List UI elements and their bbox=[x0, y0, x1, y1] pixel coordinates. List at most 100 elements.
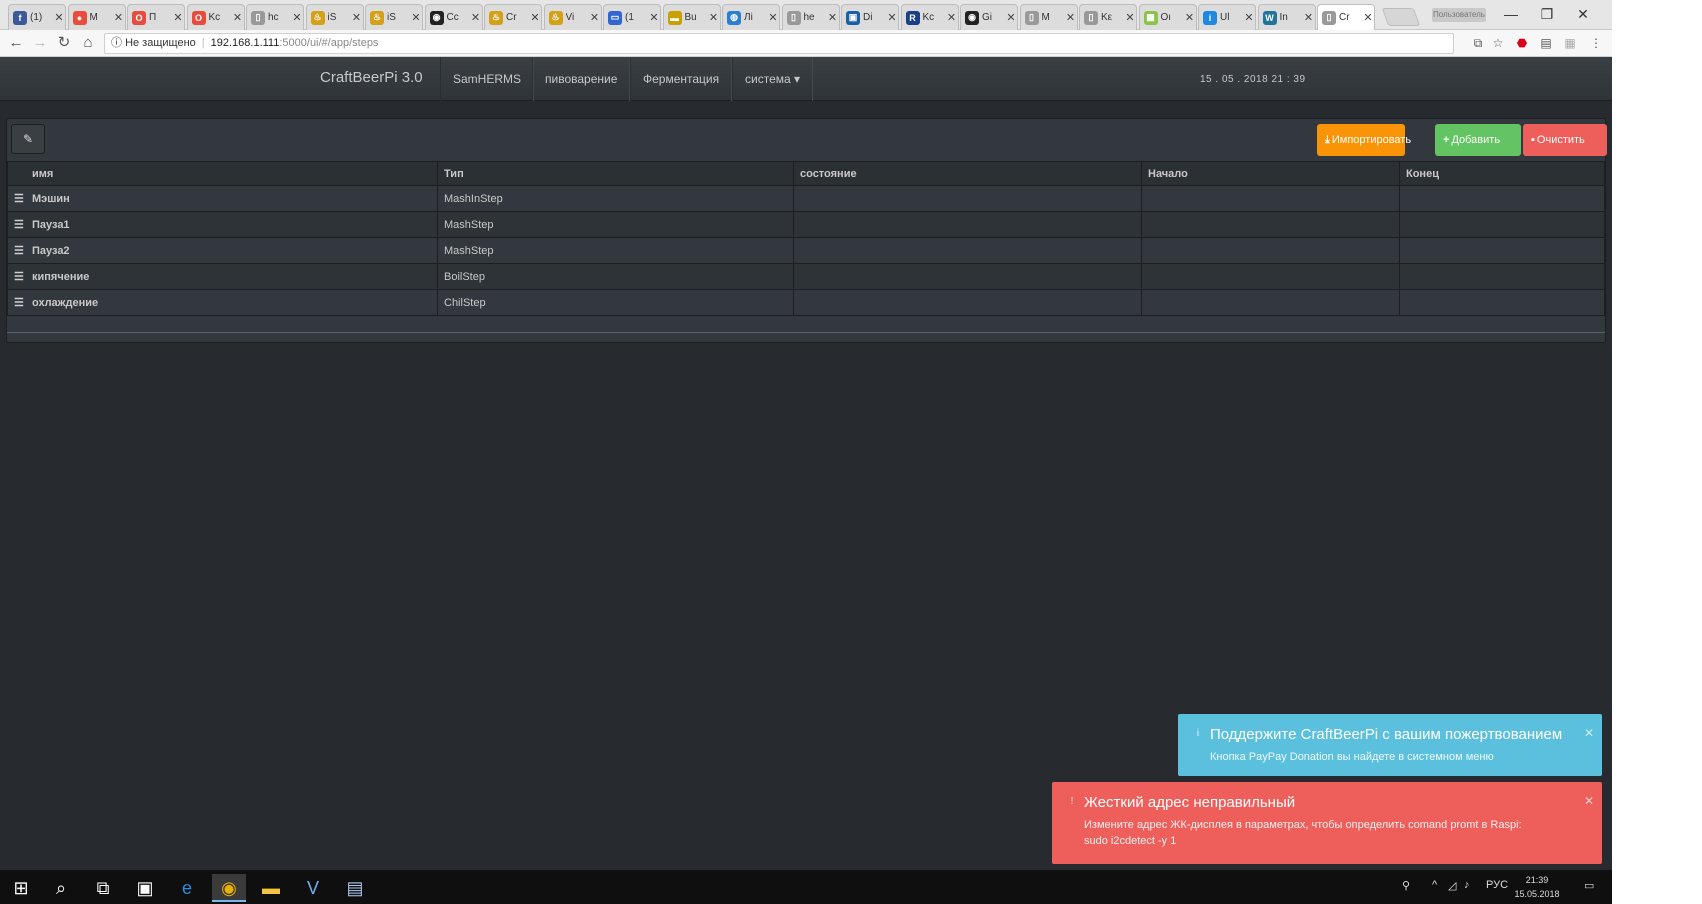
column-header-end[interactable]: Конец bbox=[1399, 161, 1605, 186]
chrome-icon[interactable]: ◉ bbox=[212, 874, 246, 902]
error-notification[interactable]: ! Жесткий адрес неправильный Измените ад… bbox=[1052, 782, 1602, 864]
forward-icon[interactable]: → bbox=[30, 33, 50, 53]
profile-button[interactable]: Пользователь bbox=[1432, 8, 1486, 22]
browser-tab[interactable]: f (1) ✕ bbox=[8, 4, 66, 30]
close-tab-icon[interactable]: ✕ bbox=[1303, 11, 1315, 24]
browser-tab[interactable]: ▯ he ✕ bbox=[781, 4, 840, 30]
search-icon[interactable]: ⌕ bbox=[44, 874, 78, 902]
close-tab-icon[interactable]: ✕ bbox=[886, 11, 898, 24]
drag-handle-icon[interactable]: ☰ bbox=[14, 218, 25, 231]
browser-tab[interactable]: ♨ Vi ✕ bbox=[543, 4, 602, 30]
browser-tab[interactable]: ▦ Oı ✕ bbox=[1138, 4, 1197, 30]
extension-icon[interactable]: ▤ bbox=[1538, 35, 1554, 51]
close-tab-icon[interactable]: ✕ bbox=[1362, 11, 1374, 24]
info-icon[interactable]: ⓘ bbox=[111, 37, 122, 49]
browser-tab[interactable]: ▯ M ✕ bbox=[1019, 4, 1078, 30]
browser-tab[interactable]: ▯ hc ✕ bbox=[246, 4, 304, 30]
app-chart-icon[interactable]: ▤ bbox=[338, 874, 372, 902]
browser-tab[interactable]: ♨ Cr ✕ bbox=[484, 4, 542, 30]
language-indicator[interactable]: РУС bbox=[1486, 879, 1508, 891]
table-row[interactable]: ☰ Мэшин MashInStep bbox=[7, 185, 1605, 212]
close-tab-icon[interactable]: ✕ bbox=[1065, 11, 1077, 24]
close-tab-icon[interactable]: ✕ bbox=[1005, 11, 1017, 24]
browser-tab[interactable]: O П ✕ bbox=[127, 4, 185, 30]
close-tab-icon[interactable]: ✕ bbox=[529, 11, 541, 24]
clear-button[interactable]: ▪ Очистить bbox=[1523, 124, 1607, 156]
windows-start-icon[interactable]: ⊞ bbox=[4, 874, 38, 902]
close-tab-icon[interactable]: ✕ bbox=[291, 11, 303, 24]
import-button[interactable]: ⤓ Импортировать bbox=[1317, 124, 1411, 156]
browser-tab[interactable]: ◉ Gi ✕ bbox=[960, 4, 1018, 30]
close-tab-icon[interactable]: ✕ bbox=[470, 11, 482, 24]
extension2-icon[interactable]: ▦ bbox=[1562, 35, 1578, 51]
close-icon[interactable]: ✕ bbox=[1584, 726, 1594, 740]
browser-tab[interactable]: i Ul ✕ bbox=[1198, 4, 1256, 30]
browser-tab[interactable]: ▯ Cr ✕ bbox=[1317, 4, 1375, 30]
table-row[interactable]: ☰ охлаждение ChilStep bbox=[7, 289, 1605, 316]
drag-handle-icon[interactable]: ☰ bbox=[14, 270, 25, 283]
close-tab-icon[interactable]: ✕ bbox=[589, 11, 601, 24]
table-row[interactable]: ☰ кипячение BoilStep bbox=[7, 263, 1605, 290]
browser-tab[interactable]: ♨ iS ✕ bbox=[365, 4, 423, 30]
nav-item-system[interactable]: система ▾ bbox=[732, 57, 814, 101]
browser-tab[interactable]: ◍ Лі ✕ bbox=[722, 4, 780, 30]
browser-tab[interactable]: ♨ iS ✕ bbox=[305, 4, 364, 30]
drag-handle-icon[interactable]: ☰ bbox=[14, 192, 25, 205]
table-row[interactable]: ☰ Пауза1 MashStep bbox=[7, 211, 1605, 238]
nav-item-samherms[interactable]: SamHERMS bbox=[440, 57, 535, 101]
donation-notification[interactable]: i Поддержите CraftBeerPi с вашим пожертв… bbox=[1178, 714, 1602, 776]
nav-item-brewing[interactable]: пивоварение bbox=[532, 57, 631, 101]
reload-icon[interactable]: ↻ bbox=[54, 33, 74, 53]
browser-tab[interactable]: R Kc ✕ bbox=[900, 4, 959, 30]
adblock-icon[interactable]: ⬣ bbox=[1514, 35, 1530, 51]
close-window-icon[interactable]: ✕ bbox=[1568, 4, 1598, 24]
back-icon[interactable]: ← bbox=[6, 33, 26, 53]
close-tab-icon[interactable]: ✕ bbox=[410, 11, 422, 24]
close-tab-icon[interactable]: ✕ bbox=[767, 11, 779, 24]
home-icon[interactable]: ⌂ bbox=[78, 33, 98, 53]
browser-tab[interactable]: ◉ Cc ✕ bbox=[424, 4, 483, 30]
store-icon[interactable]: ▣ bbox=[128, 874, 162, 902]
edit-button[interactable]: ✎ bbox=[11, 124, 45, 154]
add-button[interactable]: + Добавить bbox=[1435, 124, 1521, 156]
browser-tab[interactable]: W In ✕ bbox=[1257, 4, 1316, 30]
drag-handle-icon[interactable]: ☰ bbox=[14, 244, 25, 257]
close-tab-icon[interactable]: ✕ bbox=[827, 11, 839, 24]
edge-icon[interactable]: e bbox=[170, 874, 204, 902]
column-header-start[interactable]: Начало bbox=[1141, 161, 1400, 186]
file-explorer-icon[interactable]: ▬ bbox=[254, 874, 288, 902]
minimize-icon[interactable]: — bbox=[1496, 4, 1526, 24]
people-icon[interactable]: ⚲ bbox=[1402, 879, 1410, 892]
close-tab-icon[interactable]: ✕ bbox=[1184, 11, 1196, 24]
close-tab-icon[interactable]: ✕ bbox=[113, 11, 125, 24]
browser-tab[interactable]: ▬ Bu ✕ bbox=[662, 4, 721, 30]
column-header-type[interactable]: Тип bbox=[437, 161, 794, 186]
volume-icon[interactable]: ♪ bbox=[1464, 879, 1470, 891]
drag-handle-icon[interactable]: ☰ bbox=[14, 296, 25, 309]
network-icon[interactable]: ◿ bbox=[1448, 879, 1456, 892]
browser-tab[interactable]: ▯ Kε ✕ bbox=[1079, 4, 1137, 30]
nav-item-fermentation[interactable]: Ферментация bbox=[630, 57, 733, 101]
column-header-name[interactable]: имя bbox=[7, 161, 438, 186]
close-tab-icon[interactable]: ✕ bbox=[648, 11, 660, 24]
tray-clock[interactable]: 21:39 15.05.2018 bbox=[1512, 873, 1562, 901]
menu-dots-icon[interactable]: ⋮ bbox=[1588, 35, 1604, 51]
close-tab-icon[interactable]: ✕ bbox=[232, 11, 244, 24]
restore-icon[interactable]: ❐ bbox=[1532, 4, 1562, 24]
brand-title[interactable]: CraftBeerPi 3.0 bbox=[320, 69, 423, 86]
close-tab-icon[interactable]: ✕ bbox=[172, 11, 184, 24]
tray-chevron-icon[interactable]: ^ bbox=[1432, 879, 1437, 891]
notifications-icon[interactable]: ▭ bbox=[1584, 879, 1594, 892]
column-header-state[interactable]: состояние bbox=[793, 161, 1142, 186]
address-bar[interactable]: ⓘ Не защищено | 192.168.1.111:5000/ui/#/ap… bbox=[104, 33, 1454, 54]
close-tab-icon[interactable]: ✕ bbox=[351, 11, 363, 24]
close-icon[interactable]: ✕ bbox=[1584, 794, 1594, 808]
browser-tab[interactable]: ● M ✕ bbox=[67, 4, 126, 30]
browser-tab[interactable]: ▣ Di ✕ bbox=[841, 4, 899, 30]
star-icon[interactable]: ☆ bbox=[1490, 35, 1506, 51]
task-view-icon[interactable]: ⧉ bbox=[86, 874, 120, 902]
close-tab-icon[interactable]: ✕ bbox=[708, 11, 720, 24]
close-tab-icon[interactable]: ✕ bbox=[1124, 11, 1136, 24]
new-tab-button[interactable] bbox=[1381, 8, 1421, 26]
browser-tab[interactable]: ▭ (1 ✕ bbox=[603, 4, 661, 30]
